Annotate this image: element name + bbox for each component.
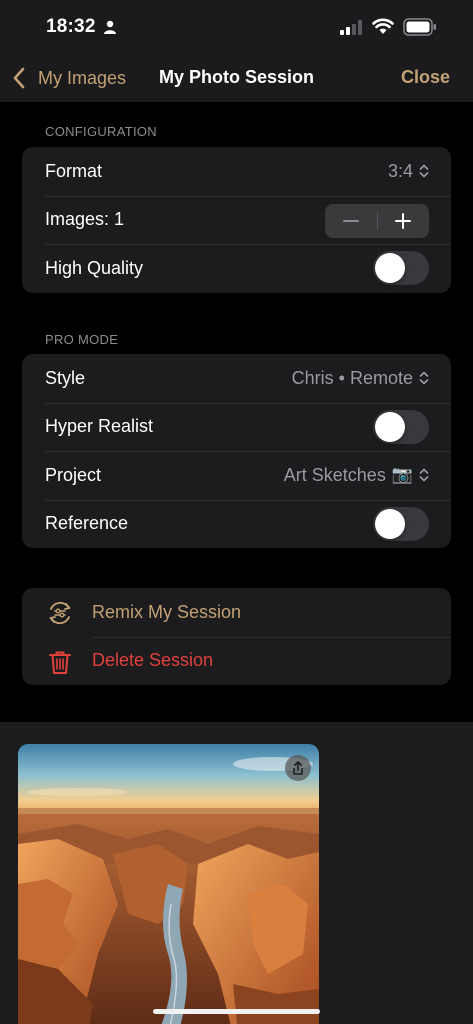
close-button[interactable]: Close — [401, 67, 450, 88]
battery-icon — [403, 18, 436, 36]
configuration-group: Format 3:4 Images: 1 High Quality — [22, 147, 451, 293]
chevron-updown-icon — [419, 164, 429, 178]
reference-label: Reference — [45, 513, 129, 534]
toggle-knob — [375, 253, 405, 284]
remix-session-label: Remix My Session — [92, 601, 242, 622]
hyper-realist-toggle[interactable] — [373, 409, 429, 444]
format-value: 3:4 — [387, 160, 413, 181]
format-picker[interactable]: 3:4 — [388, 161, 429, 182]
hyper-realist-label: Hyper Realist — [45, 416, 154, 437]
hyper-realist-row: Hyper Realist — [22, 402, 451, 452]
images-stepper[interactable] — [325, 203, 430, 238]
reference-toggle[interactable] — [373, 506, 429, 541]
images-row: Images: 1 — [22, 195, 451, 245]
remix-icon — [49, 601, 71, 625]
share-icon — [293, 761, 303, 775]
reference-row: Reference — [22, 499, 451, 549]
canyon-image — [18, 744, 319, 1024]
delete-session-button[interactable]: Delete Session — [22, 636, 451, 686]
format-label: Format — [45, 160, 103, 181]
session-photo-canyon[interactable] — [18, 744, 319, 1024]
chevron-updown-icon — [419, 468, 429, 482]
person-icon — [104, 20, 116, 34]
chevron-updown-icon — [419, 371, 429, 385]
plus-icon — [395, 212, 412, 229]
project-picker[interactable]: Art Sketches 📷 — [284, 465, 429, 486]
decrement-button[interactable] — [325, 204, 377, 238]
status-bar: 18:32 — [0, 0, 473, 56]
trash-icon — [49, 651, 71, 674]
project-value: Art Sketches — [283, 464, 386, 485]
navigation-bar: My Images My Photo Session Close — [0, 56, 473, 102]
high-quality-label: High Quality — [45, 257, 144, 278]
delete-session-label: Delete Session — [92, 650, 214, 671]
style-row[interactable]: Style Chris • Remote — [22, 354, 451, 403]
project-row[interactable]: Project Art Sketches 📷 — [22, 451, 451, 500]
style-label: Style — [45, 367, 86, 388]
camera-icon: 📷 — [391, 465, 413, 485]
settings-list: CONFIGURATION Format 3:4 Images: 1 High … — [0, 102, 473, 722]
style-value: Chris • Remote — [291, 367, 413, 388]
share-button[interactable] — [285, 755, 311, 781]
toggle-knob — [375, 411, 405, 442]
status-time: 18:32 — [46, 16, 96, 37]
increment-button[interactable] — [378, 204, 430, 238]
home-indicator — [153, 1009, 320, 1014]
toggle-knob — [375, 508, 405, 539]
format-row[interactable]: Format 3:4 — [22, 147, 451, 196]
section-header-pro-mode: PRO MODE — [45, 332, 119, 347]
high-quality-row: High Quality — [22, 244, 451, 293]
remix-session-button[interactable]: Remix My Session — [22, 588, 451, 637]
minus-icon — [342, 219, 359, 222]
session-actions-group: Remix My Session Delete Session — [22, 588, 451, 685]
wifi-icon — [372, 18, 394, 34]
pro-mode-group: Style Chris • Remote Hyper Realist Proje… — [22, 354, 451, 548]
style-picker[interactable]: Chris • Remote — [292, 368, 429, 389]
section-header-configuration: CONFIGURATION — [45, 124, 157, 139]
project-label: Project — [45, 464, 102, 485]
cellular-signal-icon — [340, 20, 362, 35]
high-quality-toggle[interactable] — [373, 251, 429, 286]
session-gallery — [0, 722, 473, 1024]
